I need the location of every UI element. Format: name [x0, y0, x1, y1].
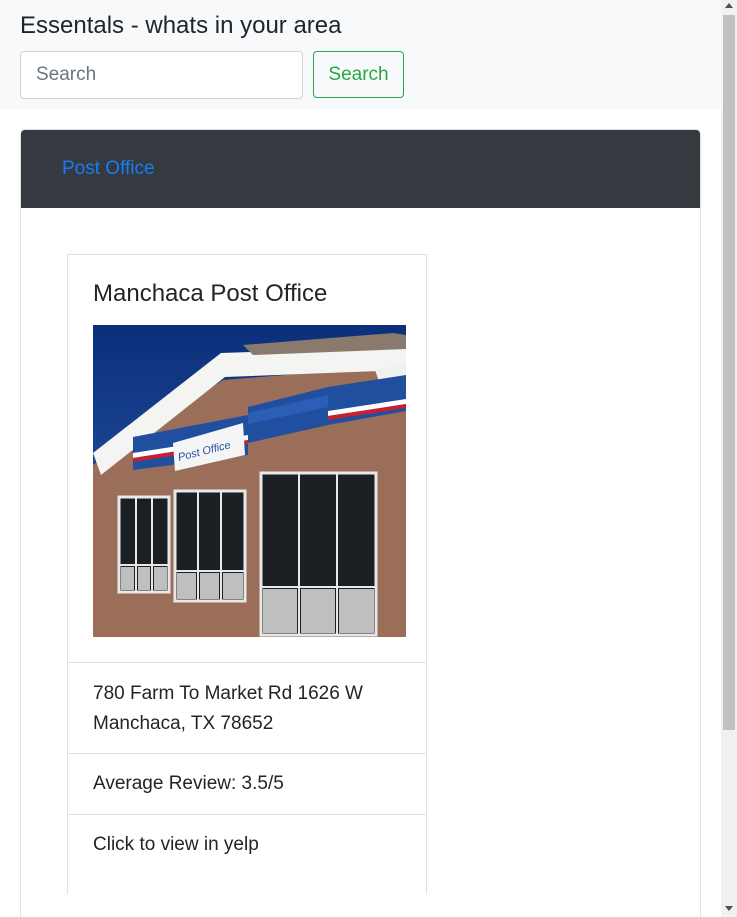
- average-review: Average Review: 3.5/5: [68, 753, 426, 814]
- category-header: Post Office: [21, 130, 700, 208]
- category-card: Post Office Manchaca Post Office Post Of…: [20, 129, 701, 917]
- place-address: 780 Farm To Market Rd 1626 W Manchaca, T…: [68, 662, 426, 753]
- address-line1: 780 Farm To Market Rd 1626 W: [93, 683, 363, 704]
- place-title: Manchaca Post Office: [93, 280, 328, 307]
- search-button[interactable]: Search: [313, 51, 404, 98]
- search-input[interactable]: [20, 51, 303, 99]
- scrollbar[interactable]: [721, 0, 737, 917]
- place-photo: Post Office: [93, 325, 406, 637]
- yelp-link[interactable]: Click to view in yelp: [68, 814, 426, 875]
- navbar: Essentals - whats in your area Search: [0, 0, 721, 109]
- address-line2: Manchaca, TX 78652: [93, 713, 274, 734]
- scroll-up-icon[interactable]: [725, 3, 733, 8]
- brand-title[interactable]: Essentals - whats in your area: [20, 12, 341, 40]
- place-card: Manchaca Post Office Post Office 780 Far…: [67, 254, 427, 894]
- scrollbar-thumb[interactable]: [723, 15, 735, 730]
- scroll-down-icon[interactable]: [725, 906, 733, 911]
- tab-post-office[interactable]: Post Office: [62, 158, 155, 180]
